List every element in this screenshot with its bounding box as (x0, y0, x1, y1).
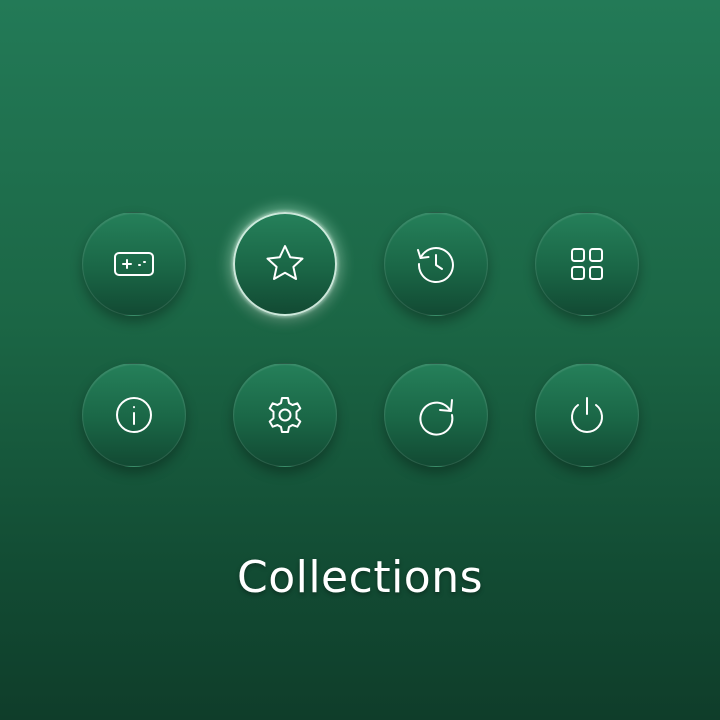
refresh-icon (412, 391, 460, 439)
info-icon (110, 391, 158, 439)
refresh-button[interactable] (384, 363, 488, 467)
power-button[interactable] (535, 363, 639, 467)
selected-item-label: Collections (236, 552, 484, 603)
star-icon (261, 240, 309, 288)
quick-menu-grid (0, 0, 720, 720)
games-button[interactable] (82, 212, 186, 316)
grid-icon (563, 240, 611, 288)
gear-icon (261, 391, 309, 439)
settings-button[interactable] (233, 363, 337, 467)
power-icon (563, 391, 611, 439)
history-icon (412, 240, 460, 288)
apps-button[interactable] (535, 212, 639, 316)
history-button[interactable] (384, 212, 488, 316)
info-button[interactable] (82, 363, 186, 467)
gamepad-icon (110, 240, 158, 288)
favorites-button[interactable] (233, 212, 337, 316)
